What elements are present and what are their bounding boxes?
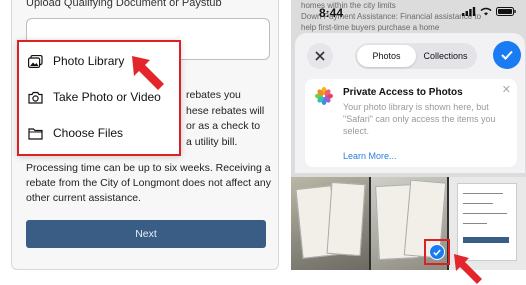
wifi-icon	[480, 7, 492, 16]
folder-icon	[27, 126, 43, 140]
camera-icon	[27, 90, 43, 104]
menu-item-photo-library[interactable]: Photo Library	[27, 46, 124, 76]
battery-icon	[496, 7, 516, 16]
next-button[interactable]: Next	[26, 220, 266, 248]
tab-collections[interactable]: Collections	[416, 45, 475, 67]
info-body: Your photo library is shown here, but "S…	[343, 102, 496, 136]
photo-picker-sheet: Photos Collections ✕ Private Access to P…	[295, 33, 525, 173]
photo-grid	[291, 177, 526, 270]
tab-photos[interactable]: Photos	[357, 45, 416, 67]
info-title: Private Access to Photos	[343, 87, 463, 98]
ios-photo-picker-screen: homes within the city limits Down Paymen…	[291, 0, 526, 270]
learn-more-link[interactable]: Learn More...	[343, 151, 397, 161]
checkmark-icon	[501, 50, 513, 60]
annotation-arrow-icon	[454, 254, 482, 284]
processing-time-note: Processing time can be up to six weeks. …	[26, 162, 271, 204]
picker-tab-control: Photos Collections	[355, 43, 477, 69]
menu-item-label: Photo Library	[53, 54, 125, 68]
done-button[interactable]	[493, 41, 521, 69]
photo-library-icon	[27, 54, 43, 68]
upload-field-label: Upload Qualifying Document or Paystub	[26, 0, 222, 9]
signal-icon	[462, 7, 476, 16]
privacy-info-card: ✕ Private Access to Photos Your photo li…	[305, 79, 517, 167]
paragraph-line: or as a check to	[186, 120, 261, 132]
photo-thumbnail[interactable]	[291, 177, 369, 270]
close-icon	[315, 51, 325, 61]
rebate-info-paragraph: rebates you hese rebates will or as a ch…	[186, 88, 278, 150]
photos-app-icon	[315, 87, 333, 105]
paragraph-line: hese rebates will	[186, 104, 265, 117]
status-bar-time: 8:44	[319, 6, 344, 20]
status-bar-icons	[462, 7, 516, 16]
menu-item-choose-files[interactable]: Choose Files	[27, 118, 123, 148]
close-button[interactable]	[307, 43, 333, 69]
highlight-box	[424, 239, 450, 265]
annotation-arrow-icon	[132, 56, 164, 90]
paragraph-line: a utility bill.	[186, 135, 238, 148]
paragraph-line: rebates you	[186, 89, 241, 101]
menu-item-label: Choose Files	[53, 126, 124, 140]
dismiss-icon[interactable]: ✕	[502, 83, 511, 96]
